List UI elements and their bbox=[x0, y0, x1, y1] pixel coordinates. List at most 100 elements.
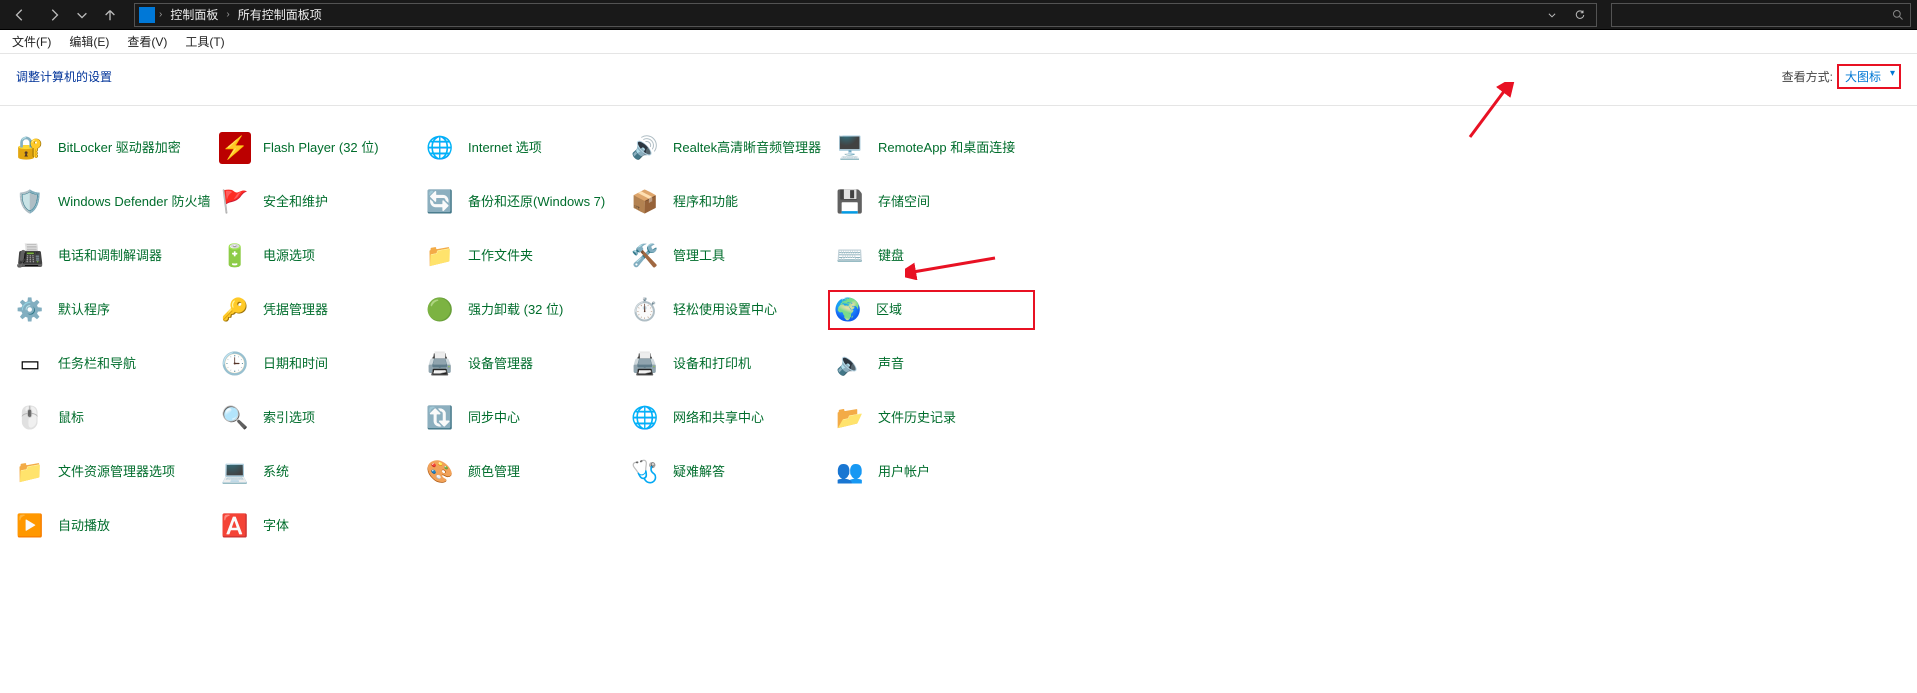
explorer-icon: 📁 bbox=[14, 456, 46, 488]
cp-item-power[interactable]: 🔋电源选项 bbox=[215, 236, 420, 276]
cp-item-label: Flash Player (32 位) bbox=[263, 140, 379, 156]
cp-item-label: 安全和维护 bbox=[263, 194, 328, 210]
cp-item-label: 鼠标 bbox=[58, 410, 84, 426]
sound-icon: 🔈 bbox=[834, 348, 866, 380]
cp-item-keyboard[interactable]: ⌨️键盘 bbox=[830, 236, 1035, 276]
cp-item-datetime[interactable]: 🕒日期和时间 bbox=[215, 344, 420, 384]
cp-item-mouse[interactable]: 🖱️ 鼠标 bbox=[10, 398, 215, 438]
menu-file[interactable]: 文件(F) bbox=[4, 30, 59, 53]
view-by-dropdown[interactable]: 大图标 bbox=[1837, 64, 1901, 89]
workfolders-icon: 📁 bbox=[424, 240, 456, 272]
system-icon: 💻 bbox=[219, 456, 251, 488]
cp-item-fonts[interactable]: 🅰️ 字体 bbox=[215, 506, 420, 546]
view-by-label: 查看方式: bbox=[1782, 68, 1833, 85]
cp-item-label: 系统 bbox=[263, 464, 289, 480]
cp-item-label: 管理工具 bbox=[673, 248, 725, 264]
cp-item-color[interactable]: 🎨颜色管理 bbox=[420, 452, 625, 492]
header: 调整计算机的设置 查看方式: 大图标 bbox=[0, 54, 1917, 106]
cp-item-defaultprog[interactable]: ⚙️默认程序 bbox=[10, 290, 215, 330]
cp-item-backup[interactable]: 🔄 备份和还原(Windows 7) bbox=[420, 182, 625, 222]
cp-item-remoteapp[interactable]: 🖥️ RemoteApp 和桌面连接 bbox=[830, 128, 1035, 168]
filehistory-icon: 📂 bbox=[834, 402, 866, 434]
cp-item-uninstall[interactable]: 🟢强力卸载 (32 位) bbox=[420, 290, 625, 330]
cp-item-network[interactable]: 🌐网络和共享中心 bbox=[625, 398, 830, 438]
search-input[interactable] bbox=[1611, 3, 1911, 27]
refresh-button[interactable] bbox=[1568, 4, 1592, 26]
cp-item-label: 颜色管理 bbox=[468, 464, 520, 480]
cp-item-explorer[interactable]: 📁文件资源管理器选项 bbox=[10, 452, 215, 492]
cp-item-system[interactable]: 💻 系统 bbox=[215, 452, 420, 492]
cp-item-label: 凭据管理器 bbox=[263, 302, 328, 318]
cp-item-sound[interactable]: 🔈声音 bbox=[830, 344, 1035, 384]
cp-item-ease[interactable]: ⏱️轻松使用设置中心 bbox=[625, 290, 830, 330]
menu-tools[interactable]: 工具(T) bbox=[177, 30, 232, 53]
cp-item-label: 用户帐户 bbox=[878, 464, 930, 480]
back-button[interactable] bbox=[6, 3, 34, 27]
content: 🔐BitLocker 驱动器加密⚡ Flash Player (32 位) 🌐 Int… bbox=[0, 106, 1917, 556]
breadcrumb-all-items[interactable]: 所有控制面板项 bbox=[234, 6, 326, 23]
cp-item-label: 疑难解答 bbox=[673, 464, 725, 480]
cp-item-users[interactable]: 👥用户帐户 bbox=[830, 452, 1035, 492]
ease-icon: ⏱️ bbox=[629, 294, 661, 326]
credential-icon: 🔑 bbox=[219, 294, 251, 326]
chevron-right-icon: › bbox=[159, 9, 162, 20]
cp-item-sync[interactable]: 🔃同步中心 bbox=[420, 398, 625, 438]
cp-item-label: RemoteApp 和桌面连接 bbox=[878, 140, 1015, 156]
keyboard-icon: ⌨️ bbox=[834, 240, 866, 272]
menu-edit[interactable]: 编辑(E) bbox=[61, 30, 117, 53]
cp-item-autoplay[interactable]: ▶️自动播放 bbox=[10, 506, 215, 546]
up-button[interactable] bbox=[96, 3, 124, 27]
cp-item-label: 字体 bbox=[263, 518, 289, 534]
cp-item-flash[interactable]: ⚡ Flash Player (32 位) bbox=[215, 128, 420, 168]
cp-item-devices[interactable]: 🖨️设备和打印机 bbox=[625, 344, 830, 384]
cp-item-label: 存储空间 bbox=[878, 194, 930, 210]
fonts-icon: 🅰️ bbox=[219, 510, 251, 542]
cp-item-taskbar[interactable]: ▭任务栏和导航 bbox=[10, 344, 215, 384]
cp-item-programs[interactable]: 📦程序和功能 bbox=[625, 182, 830, 222]
cp-item-label: 任务栏和导航 bbox=[58, 356, 136, 372]
remoteapp-icon: 🖥️ bbox=[834, 132, 866, 164]
cp-item-filehistory[interactable]: 📂 文件历史记录 bbox=[830, 398, 1035, 438]
cp-item-label: 同步中心 bbox=[468, 410, 520, 426]
recent-dropdown[interactable] bbox=[74, 3, 90, 27]
cp-item-indexing[interactable]: 🔍索引选项 bbox=[215, 398, 420, 438]
cp-item-credential[interactable]: 🔑 凭据管理器 bbox=[215, 290, 420, 330]
cp-item-label: 工作文件夹 bbox=[468, 248, 533, 264]
cp-item-label: Internet 选项 bbox=[468, 140, 542, 156]
control-panel-icon bbox=[139, 7, 155, 23]
flash-icon: ⚡ bbox=[219, 132, 251, 164]
security-icon: 🚩 bbox=[219, 186, 251, 218]
cp-item-bitlocker[interactable]: 🔐BitLocker 驱动器加密 bbox=[10, 128, 215, 168]
cp-item-defender[interactable]: 🛡️Windows Defender 防火墙 bbox=[10, 182, 215, 222]
cp-item-phone[interactable]: 📠电话和调制解调器 bbox=[10, 236, 215, 276]
devices-icon: 🖨️ bbox=[629, 348, 661, 380]
forward-button[interactable] bbox=[40, 3, 68, 27]
cp-item-internet[interactable]: 🌐 Internet 选项 bbox=[420, 128, 625, 168]
admintools-icon: 🛠️ bbox=[629, 240, 661, 272]
backup-icon: 🔄 bbox=[424, 186, 456, 218]
cp-item-label: 文件历史记录 bbox=[878, 410, 956, 426]
cp-item-troubleshoot[interactable]: 🩺疑难解答 bbox=[625, 452, 830, 492]
cp-item-label: 网络和共享中心 bbox=[673, 410, 764, 426]
cp-item-label: 电源选项 bbox=[263, 248, 315, 264]
cp-item-devicemgr[interactable]: 🖨️设备管理器 bbox=[420, 344, 625, 384]
menu-view[interactable]: 查看(V) bbox=[119, 30, 175, 53]
cp-item-realtek[interactable]: 🔊Realtek高清晰音频管理器 bbox=[625, 128, 830, 168]
cp-item-workfolders[interactable]: 📁 工作文件夹 bbox=[420, 236, 625, 276]
mouse-icon: 🖱️ bbox=[14, 402, 46, 434]
breadcrumb-control-panel[interactable]: 控制面板 bbox=[166, 6, 222, 23]
cp-item-label: Realtek高清晰音频管理器 bbox=[673, 140, 821, 156]
cp-item-label: 程序和功能 bbox=[673, 194, 738, 210]
cp-item-admintools[interactable]: 🛠️ 管理工具 bbox=[625, 236, 830, 276]
address-dropdown[interactable] bbox=[1540, 4, 1564, 26]
cp-item-label: 设备管理器 bbox=[468, 356, 533, 372]
cp-item-label: 备份和还原(Windows 7) bbox=[468, 194, 605, 210]
address-bar[interactable]: › 控制面板 › 所有控制面板项 bbox=[134, 3, 1597, 27]
chevron-right-icon: › bbox=[226, 9, 229, 20]
cp-item-region[interactable]: 🌍区域 bbox=[828, 290, 1035, 330]
phone-icon: 📠 bbox=[14, 240, 46, 272]
internet-icon: 🌐 bbox=[424, 132, 456, 164]
cp-item-security[interactable]: 🚩 安全和维护 bbox=[215, 182, 420, 222]
datetime-icon: 🕒 bbox=[219, 348, 251, 380]
cp-item-storage[interactable]: 💾存储空间 bbox=[830, 182, 1035, 222]
